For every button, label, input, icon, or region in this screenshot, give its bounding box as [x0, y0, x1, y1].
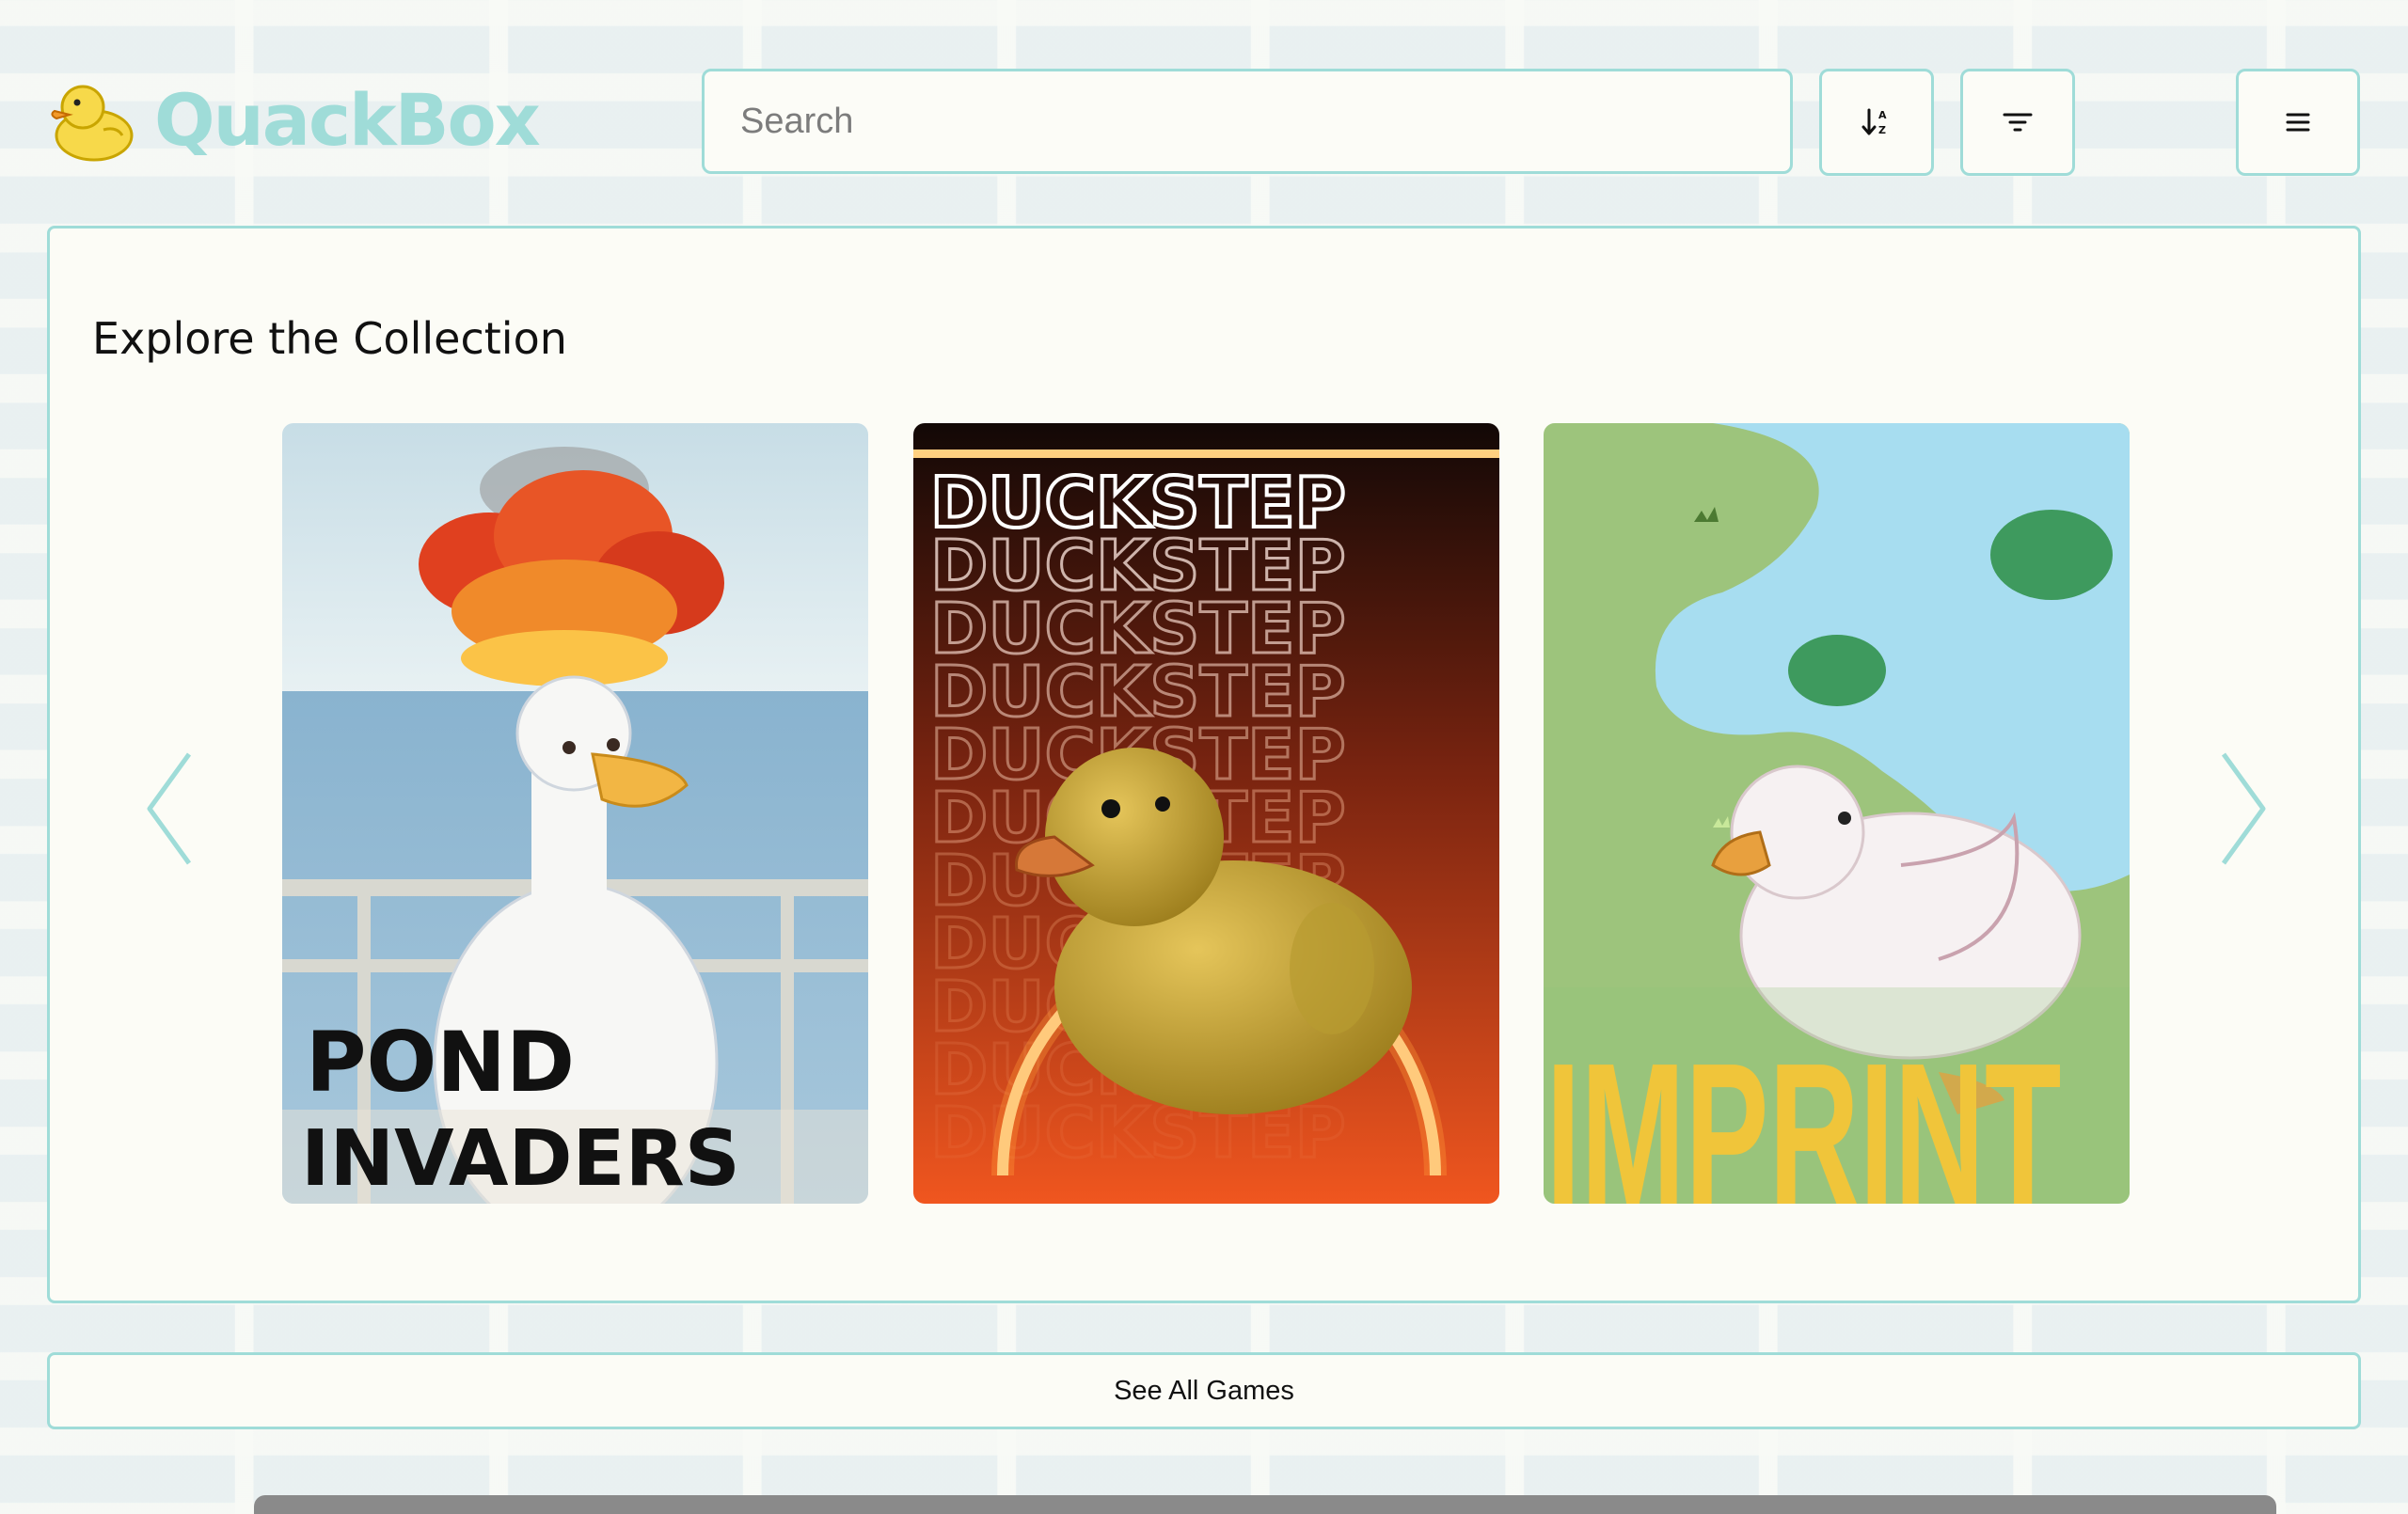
chevron-left-icon	[147, 752, 192, 865]
carousel-next-button[interactable]	[2218, 750, 2269, 872]
menu-button[interactable]	[2236, 69, 2360, 176]
brand-logo[interactable]: QuackBox	[47, 77, 541, 164]
cover-title-line1: POND	[306, 1014, 575, 1111]
sort-button[interactable]: A Z	[1819, 69, 1934, 176]
collection-panel: Explore the Collection POND INVADERS DUC…	[47, 226, 2361, 1303]
svg-text:A: A	[1878, 109, 1887, 121]
cover-title-line2: INVADERS	[301, 1114, 740, 1204]
pond-invaders-cover: POND INVADERS	[282, 423, 868, 1204]
imprint-cover: IMPRINT	[1544, 423, 2130, 1204]
game-card-duckstep[interactable]: DUCKSTEP DUCKSTEP DUCKSTEP DUCKSTEP DUCK…	[913, 423, 1499, 1204]
svg-text:Z: Z	[1878, 124, 1886, 136]
filter-icon	[2003, 113, 2033, 132]
see-all-games-label: See All Games	[1114, 1375, 1294, 1406]
sort-alpha-icon: A Z	[1861, 108, 1887, 136]
cover-title: IMPRINT	[1545, 1020, 2061, 1204]
game-card-pond-invaders[interactable]: POND INVADERS	[282, 423, 868, 1204]
hamburger-menu-icon	[2286, 113, 2310, 132]
duckstep-cover: DUCKSTEP DUCKSTEP DUCKSTEP DUCKSTEP DUCK…	[913, 423, 1499, 1204]
game-card-imprint[interactable]: IMPRINT	[1544, 423, 2130, 1204]
filter-button[interactable]	[1960, 69, 2075, 176]
brand-name: QuackBox	[154, 78, 541, 162]
search-input[interactable]	[702, 69, 1793, 174]
section-title: Explore the Collection	[92, 313, 567, 364]
chevron-right-icon	[2221, 752, 2266, 865]
bottom-edge-bar	[254, 1495, 2276, 1514]
carousel-prev-button[interactable]	[144, 750, 195, 872]
see-all-games-button[interactable]: See All Games	[47, 1352, 2361, 1429]
rubber-duck-logo-icon	[51, 85, 134, 162]
